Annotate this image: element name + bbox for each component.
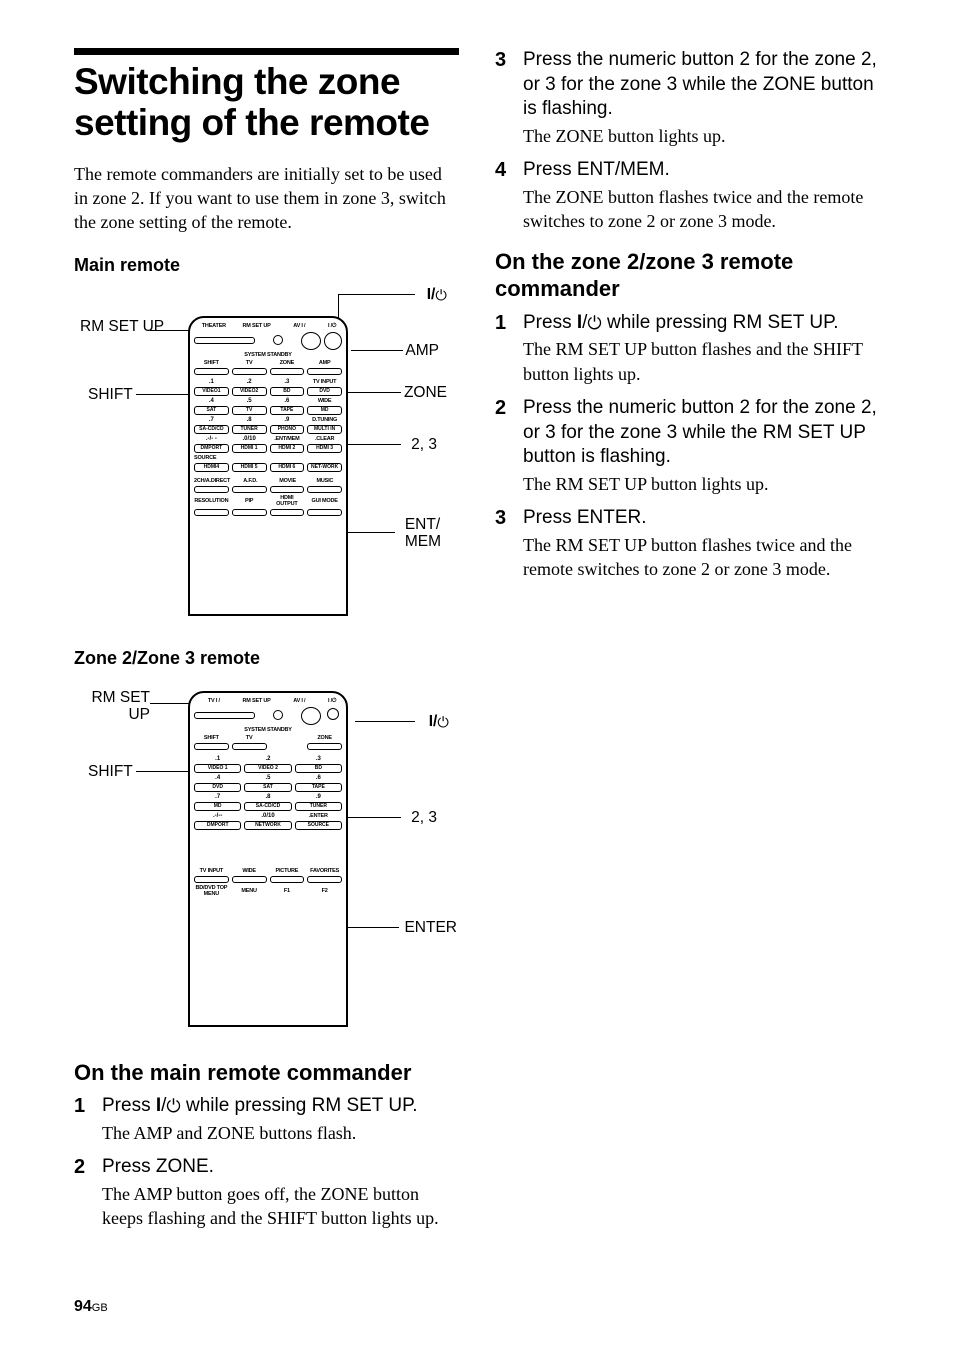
main-cmd-heading: On the main remote commander <box>74 1059 459 1087</box>
power-icon <box>587 312 601 333</box>
page-region: GB <box>92 1302 108 1314</box>
step-instruction: Press I/ while pressing RM SET UP. <box>102 1094 459 1119</box>
label-entmem: ENT/MEM <box>405 516 441 550</box>
label2-rmsetup: RM SETUP <box>80 689 150 723</box>
intro-text: The remote commanders are initially set … <box>74 162 459 235</box>
step-instruction: Press the numeric button 2 for the zone … <box>523 396 880 470</box>
label-23: 2, 3 <box>411 436 437 453</box>
step-instruction: Press ZONE. <box>102 1155 459 1180</box>
label-rmsetup: RM SET UP <box>80 318 150 335</box>
page-footer: 94GB <box>74 1298 108 1316</box>
label2-23: 2, 3 <box>411 809 437 826</box>
main-remote-figure: RM SET UP SHIFT I/ AMP ZONE 2, 3 ENT/MEM <box>74 286 459 626</box>
label-zone: ZONE <box>404 384 447 401</box>
step-result: The ZONE button lights up. <box>523 124 880 148</box>
label2-shift: SHIFT <box>88 763 133 780</box>
step-result: The AMP and ZONE buttons flash. <box>102 1121 459 1145</box>
zone-remote-heading: Zone 2/Zone 3 remote <box>74 648 459 669</box>
label-shift: SHIFT <box>88 386 133 403</box>
main-remote-heading: Main remote <box>74 255 459 276</box>
step-instruction: Press ENT/MEM. <box>523 158 880 183</box>
step-result: The RM SET UP button flashes and the SHI… <box>523 337 880 386</box>
step-instruction: Press ENTER. <box>523 506 880 531</box>
step-result: The RM SET UP button flashes twice and t… <box>523 533 880 582</box>
section-rule <box>74 48 459 55</box>
step-result: The ZONE button flashes twice and the re… <box>523 185 880 234</box>
label-power: I/ <box>427 286 447 303</box>
step-instruction: Press the numeric button 2 for the zone … <box>523 48 880 122</box>
zone-remote-figure: RM SETUP SHIFT I/ 2, 3 ENTER TV I / RM S… <box>74 677 459 1037</box>
label2-power: I/ <box>429 713 449 730</box>
label2-enter: ENTER <box>404 919 457 936</box>
label-amp: AMP <box>405 342 439 359</box>
power-icon <box>437 713 449 730</box>
power-icon <box>166 1095 180 1116</box>
zone-cmd-heading: On the zone 2/zone 3 remote commander <box>495 248 880 303</box>
step-result: The RM SET UP button lights up. <box>523 472 880 496</box>
main-cmd-steps-cont: 3 Press the numeric button 2 for the zon… <box>495 48 880 234</box>
power-icon <box>435 286 447 303</box>
page-number: 94 <box>74 1298 92 1315</box>
main-cmd-steps: 1 Press I/ while pressing RM SET UP. The… <box>74 1094 459 1230</box>
zone-cmd-steps: 1 Press I/ while pressing RM SET UP. The… <box>495 311 880 582</box>
page-title: Switching the zone setting of the remote <box>74 61 459 144</box>
step-result: The AMP button goes off, the ZONE button… <box>102 1182 459 1231</box>
step-instruction: Press I/ while pressing RM SET UP. <box>523 311 880 336</box>
